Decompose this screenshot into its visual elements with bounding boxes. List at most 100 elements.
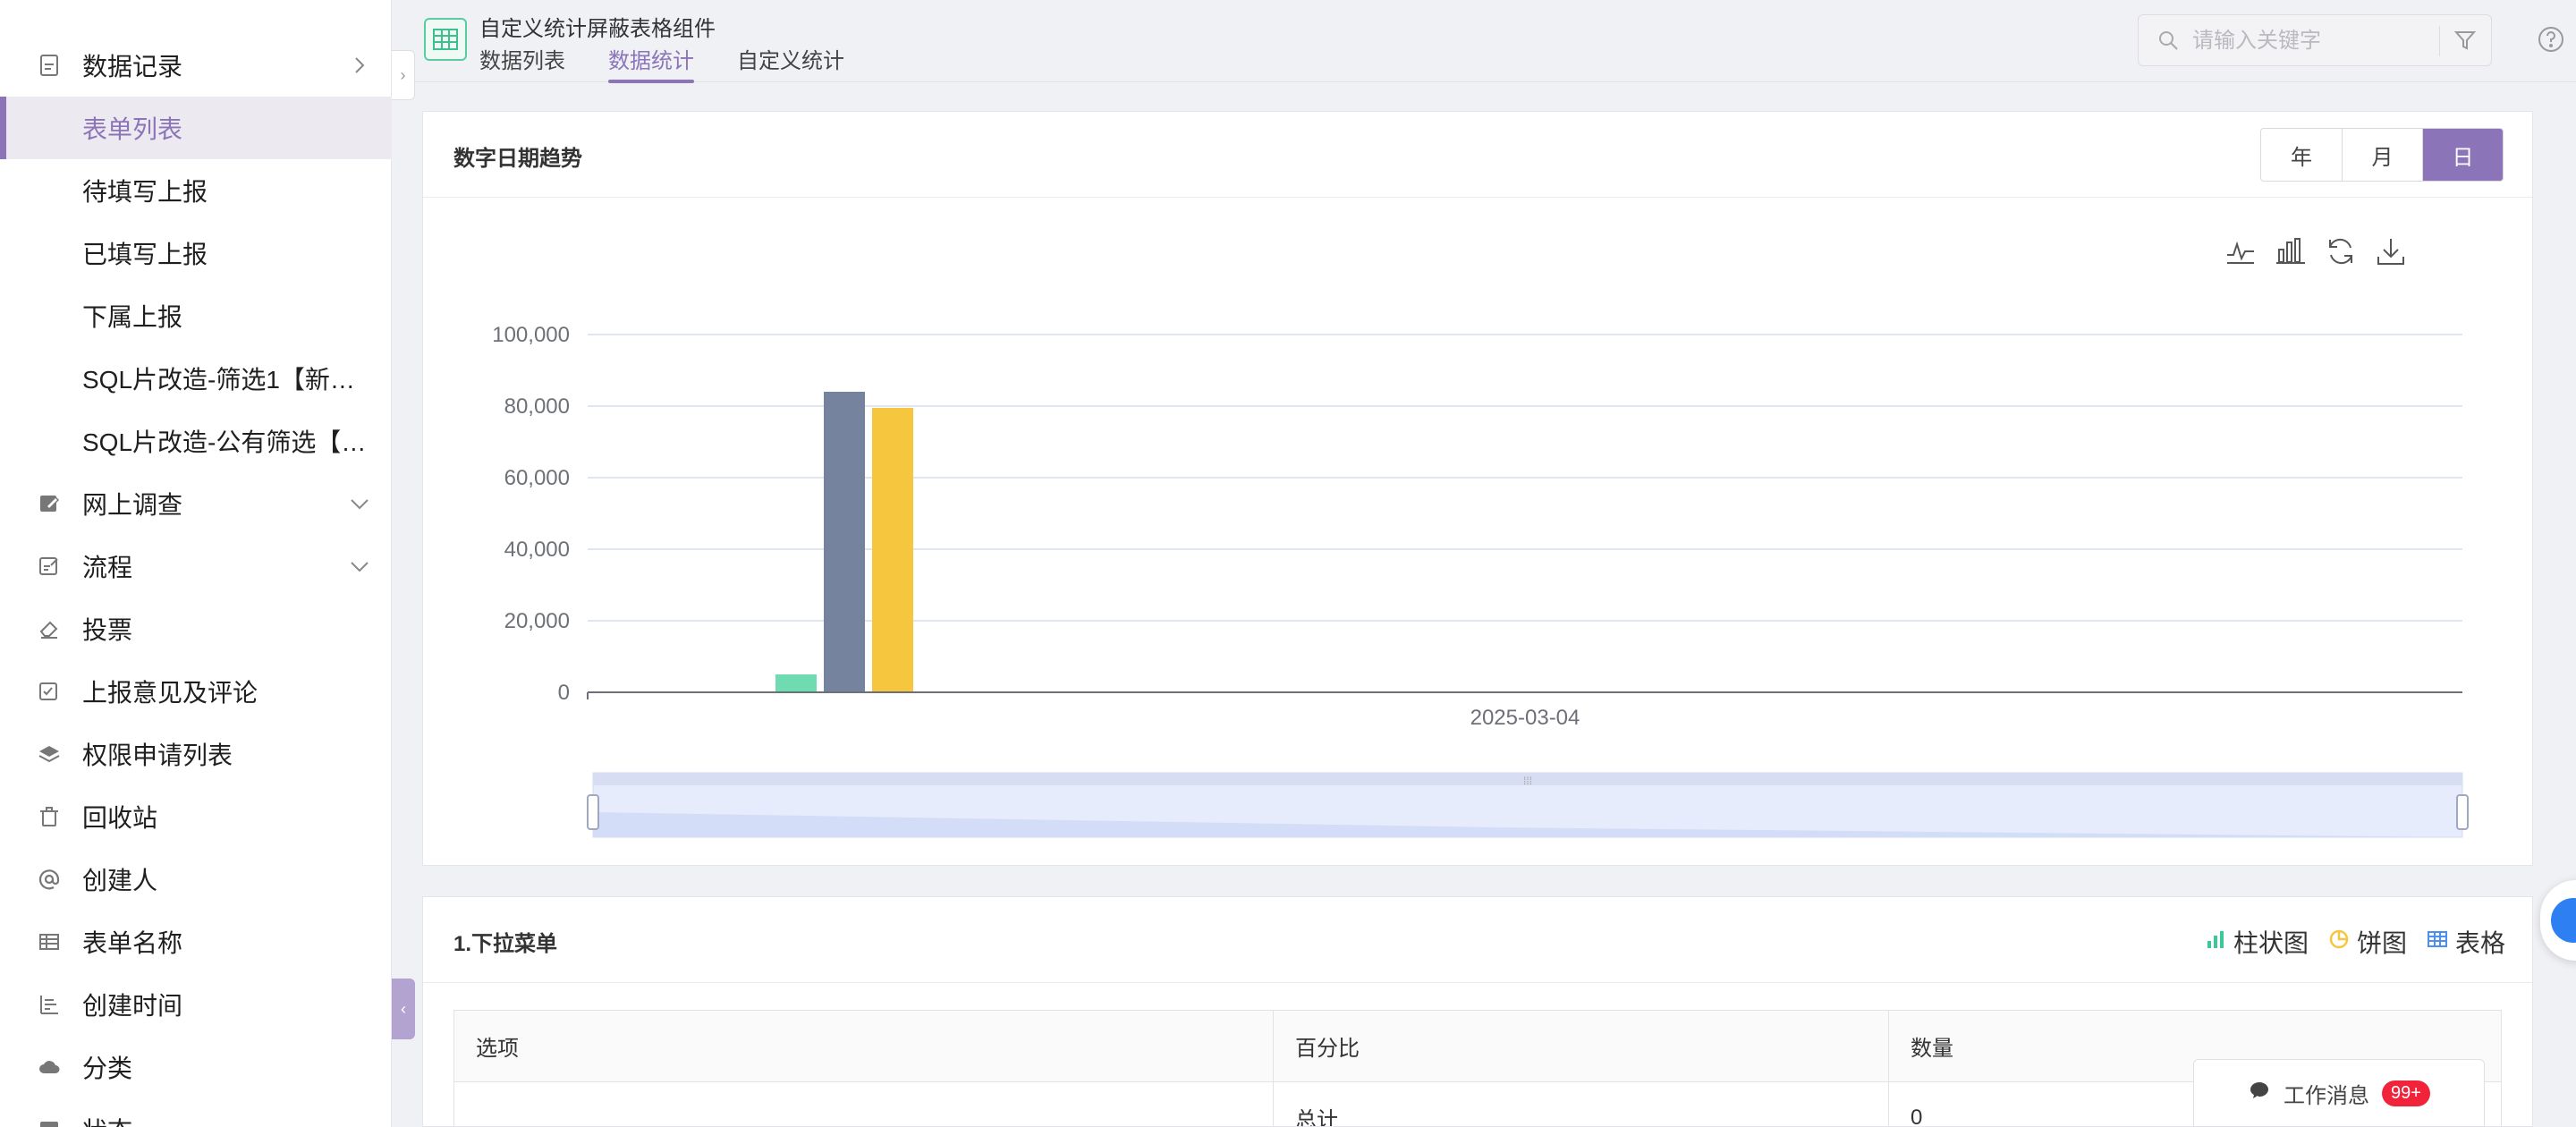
layers-icon (36, 741, 63, 767)
column-header-option: 选项 (454, 1011, 1274, 1081)
at-icon (36, 866, 63, 893)
view-pie-chart-button[interactable]: 饼图 (2328, 924, 2407, 960)
card-header: 1.下拉菜单 柱状图 饼图 表格 (423, 897, 2532, 983)
sidebar-item-permission-requests[interactable]: 权限申请列表 (0, 723, 392, 785)
sidebar-item-data-records[interactable]: 数据记录 (0, 34, 392, 97)
flow-icon (36, 553, 63, 580)
sidebar-item-label: 分类 (82, 1055, 133, 1082)
search-icon (2157, 29, 2182, 54)
comment-check-icon (36, 678, 63, 705)
table-cell: 总计 (1274, 1082, 1889, 1126)
sidebar-item-flow[interactable]: 流程 (0, 535, 392, 597)
sidebar-item-label: 投票 (82, 616, 133, 644)
tab-data-list[interactable]: 数据列表 (479, 43, 565, 83)
y-tick-label: 40,000 (504, 538, 570, 562)
sidebar-item-sql-filter-1[interactable]: SQL片改造-筛选1【新… (0, 347, 392, 410)
sidebar-item-online-survey[interactable]: 网上调查 (0, 472, 392, 535)
sidebar-item-form-list[interactable]: 表单列表 (0, 97, 392, 159)
view-label: 饼图 (2356, 929, 2407, 957)
floating-assistant-button[interactable] (2540, 880, 2576, 961)
sidebar-item-filled-report[interactable]: 已填写上报 (0, 222, 392, 284)
filter-icon[interactable] (2453, 29, 2479, 54)
chevron-down-icon (347, 491, 372, 516)
sidebar-item-label: 权限申请列表 (82, 741, 233, 769)
sidebar-item-creator[interactable]: 创建人 (0, 848, 392, 911)
page-header: 自定义统计屏蔽表格组件 数据列表 数据统计 自定义统计 (415, 0, 2576, 83)
sidebar-item-label: SQL片改造-筛选1【新… (82, 366, 355, 394)
bar-series-1[interactable] (775, 674, 817, 692)
sidebar-item-vote[interactable]: 投票 (0, 597, 392, 660)
table-icon (2427, 928, 2448, 956)
y-tick-label: 0 (558, 681, 570, 705)
data-zoom-right-handle[interactable] (2456, 794, 2469, 830)
sidebar-item-label: 网上调查 (82, 491, 183, 519)
sidebar-item-feedback[interactable]: 上报意见及评论 (0, 660, 392, 723)
chevron-right-icon: › (400, 65, 406, 84)
tab-custom-statistics[interactable]: 自定义统计 (737, 43, 844, 83)
sidebar-item-subordinate-report[interactable]: 下属上报 (0, 284, 392, 347)
sidebar-item-label: 数据记录 (82, 53, 183, 80)
sidebar: 数据记录 表单列表 待填写上报 已填写上报 下属上报 SQL片改造-筛选1【新…… (0, 0, 392, 1127)
sidebar-item-label: 流程 (82, 554, 133, 581)
sidebar-collapse-toggle[interactable]: ‹ (392, 979, 415, 1039)
x-tick-label: 2025-03-04 (1470, 706, 1580, 730)
view-label: 柱状图 (2233, 929, 2309, 957)
tab-data-statistics[interactable]: 数据统计 (608, 43, 694, 83)
view-table-button[interactable]: 表格 (2427, 924, 2505, 960)
chart-bars (775, 392, 913, 692)
bar-series-2[interactable] (824, 392, 865, 692)
sidebar-item-created-time[interactable]: 创建时间 (0, 973, 392, 1036)
sidebar-item-pending-report[interactable]: 待填写上报 (0, 159, 392, 222)
tab-bar: 数据列表 数据统计 自定义统计 (479, 43, 887, 83)
data-zoom-left-handle[interactable] (587, 794, 599, 830)
view-bar-chart-button[interactable]: 柱状图 (2205, 924, 2309, 960)
edit-icon (36, 490, 63, 517)
assistant-icon (2551, 898, 2576, 943)
sidebar-item-label: 上报意见及评论 (82, 679, 258, 707)
sidebar-item-label: 待填写上报 (82, 178, 208, 206)
sidebar-item-category[interactable]: 分类 (0, 1036, 392, 1098)
sidebar-item-label: 创建时间 (82, 992, 183, 1020)
pie-chart-icon (2328, 928, 2350, 956)
trash-icon (36, 803, 63, 830)
work-messages-button[interactable]: 工作消息 99+ (2193, 1059, 2485, 1127)
bar-series-3[interactable] (872, 408, 913, 692)
cloud-icon (36, 1054, 63, 1080)
y-tick-label: 20,000 (504, 609, 570, 633)
chevron-right-icon (347, 53, 372, 78)
help-icon[interactable] (2537, 25, 2565, 54)
divider (2439, 26, 2440, 56)
y-tick-label: 60,000 (504, 466, 570, 490)
sidebar-item-status[interactable]: 状态 (0, 1098, 392, 1127)
trend-chart: 0 20,000 40,000 60,000 80,000 100,000 2025-03… (492, 323, 2469, 838)
search-box (2138, 14, 2492, 66)
chat-icon (2248, 1079, 2271, 1108)
sidebar-item-form-name[interactable]: 表单名称 (0, 911, 392, 973)
check-square-icon (36, 1116, 63, 1127)
sidebar-item-label: 状态 (82, 1112, 132, 1127)
card-title: 1.下拉菜单 (453, 932, 558, 956)
sidebar-item-label: 回收站 (82, 804, 158, 832)
eraser-icon (36, 615, 63, 642)
view-label: 表格 (2454, 929, 2505, 957)
sidebar-item-label: 表单列表 (82, 115, 183, 143)
sidebar-item-label: 已填写上报 (82, 241, 208, 268)
y-tick-label: 80,000 (504, 394, 570, 419)
message-count-badge: 99+ (2382, 1080, 2430, 1106)
sidebar-item-recycle-bin[interactable]: 回收站 (0, 785, 392, 848)
sidebar-item-label: 创建人 (82, 867, 158, 894)
y-axis-ticks: 0 20,000 40,000 60,000 80,000 100,000 (492, 323, 570, 705)
table-app-icon (424, 18, 467, 61)
search-input[interactable] (2192, 24, 2416, 58)
sidebar-expand-toggle[interactable]: › (392, 50, 415, 100)
work-messages-label: 工作消息 (2284, 1083, 2370, 1108)
y-tick-label: 100,000 (492, 323, 570, 347)
sidebar-item-sql-public-filter[interactable]: SQL片改造-公有筛选【… (0, 410, 392, 472)
sidebar-item-label: 下属上报 (82, 303, 183, 331)
page-title: 自定义统计屏蔽表格组件 (479, 17, 716, 41)
sidebar-item-label: 表单名称 (82, 929, 183, 957)
table-icon (36, 928, 63, 955)
chevron-down-icon (347, 554, 372, 579)
bar-list-icon (36, 991, 63, 1018)
table-cell (454, 1082, 1274, 1126)
